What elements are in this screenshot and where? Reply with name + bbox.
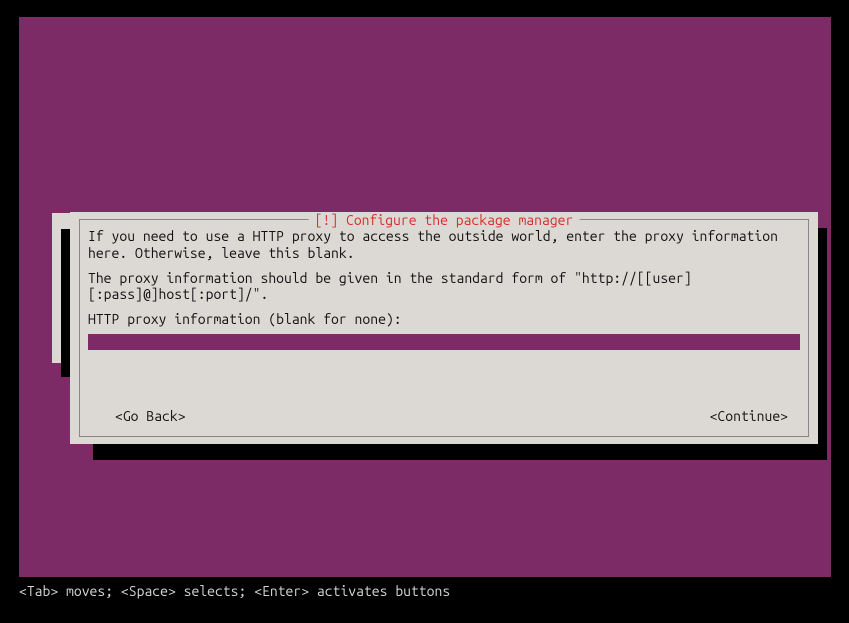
dialog-shadow-stub xyxy=(61,229,70,377)
help-bar: <Tab> moves; <Space> selects; <Enter> ac… xyxy=(19,583,450,599)
dialog-content: If you need to use a HTTP proxy to acces… xyxy=(88,220,800,350)
dialog-paragraph-1: If you need to use a HTTP proxy to acces… xyxy=(88,228,800,262)
go-back-button[interactable]: <Go Back> xyxy=(115,408,186,424)
configure-package-manager-dialog: [!] Configure the package manager If you… xyxy=(70,212,818,444)
input-row xyxy=(88,334,800,350)
dialog-button-row: <Go Back> <Continue> xyxy=(115,408,788,424)
installer-screen: [!] Configure the package manager If you… xyxy=(19,17,831,577)
dialog-prompt: HTTP proxy information (blank for none): xyxy=(88,311,800,328)
dialog-paragraph-2: The proxy information should be given in… xyxy=(88,270,800,304)
continue-button[interactable]: <Continue> xyxy=(710,408,788,424)
http-proxy-input[interactable] xyxy=(88,334,800,350)
